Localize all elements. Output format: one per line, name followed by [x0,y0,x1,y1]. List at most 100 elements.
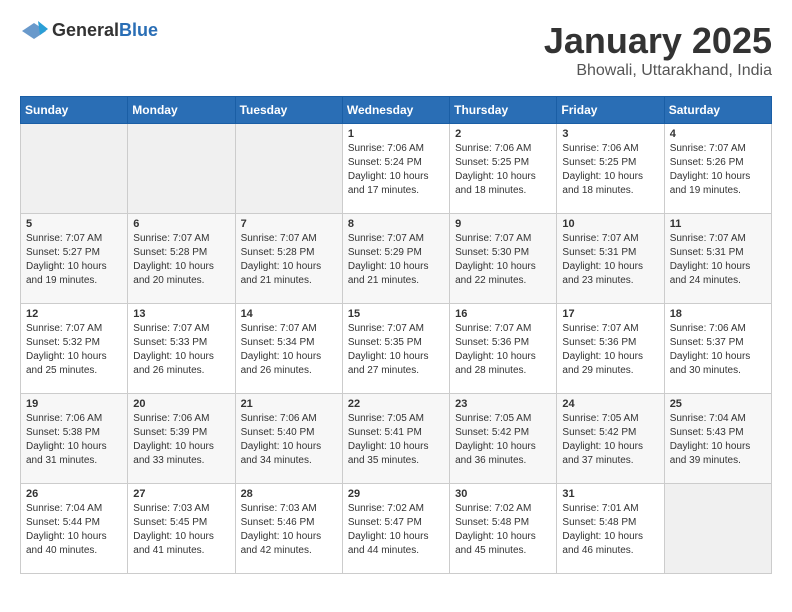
day-info: Sunrise: 7:07 AMSunset: 5:28 PMDaylight:… [133,232,229,288]
day-number: 9 [455,218,551,230]
day-info: Sunrise: 7:04 AMSunset: 5:43 PMDaylight:… [670,412,766,468]
day-info: Sunrise: 7:05 AMSunset: 5:41 PMDaylight:… [348,412,444,468]
day-info: Sunrise: 7:07 AMSunset: 5:32 PMDaylight:… [26,322,122,378]
day-number: 30 [455,488,551,500]
logo-icon [20,21,48,41]
calendar-table: SundayMondayTuesdayWednesdayThursdayFrid… [20,96,772,574]
calendar-cell: 25 Sunrise: 7:04 AMSunset: 5:43 PMDayligh… [664,394,771,484]
day-info: Sunrise: 7:07 AMSunset: 5:36 PMDaylight:… [562,322,658,378]
calendar-cell: 6 Sunrise: 7:07 AMSunset: 5:28 PMDaylight… [128,214,235,304]
calendar-cell [664,484,771,574]
weekday-header: Thursday [450,97,557,124]
day-number: 10 [562,218,658,230]
weekday-header: Wednesday [342,97,449,124]
day-info: Sunrise: 7:07 AMSunset: 5:31 PMDaylight:… [562,232,658,288]
calendar-cell: 31 Sunrise: 7:01 AMSunset: 5:48 PMDayligh… [557,484,664,574]
day-info: Sunrise: 7:07 AMSunset: 5:33 PMDaylight:… [133,322,229,378]
calendar-cell: 2 Sunrise: 7:06 AMSunset: 5:25 PMDaylight… [450,124,557,214]
calendar-cell: 28 Sunrise: 7:03 AMSunset: 5:46 PMDayligh… [235,484,342,574]
calendar-week-row: 12 Sunrise: 7:07 AMSunset: 5:32 PMDayligh… [21,304,772,394]
calendar-cell: 21 Sunrise: 7:06 AMSunset: 5:40 PMDayligh… [235,394,342,484]
day-number: 8 [348,218,444,230]
title-area: January 2025 Bhowali, Uttarakhand, India [544,20,772,80]
weekday-header: Tuesday [235,97,342,124]
calendar-cell [235,124,342,214]
calendar-cell: 27 Sunrise: 7:03 AMSunset: 5:45 PMDayligh… [128,484,235,574]
page-header: GeneralBlue January 2025 Bhowali, Uttara… [20,20,772,80]
day-number: 14 [241,308,337,320]
day-info: Sunrise: 7:01 AMSunset: 5:48 PMDaylight:… [562,502,658,558]
day-number: 22 [348,398,444,410]
day-number: 17 [562,308,658,320]
day-info: Sunrise: 7:04 AMSunset: 5:44 PMDaylight:… [26,502,122,558]
day-number: 3 [562,128,658,140]
day-info: Sunrise: 7:06 AMSunset: 5:25 PMDaylight:… [562,142,658,198]
day-info: Sunrise: 7:07 AMSunset: 5:35 PMDaylight:… [348,322,444,378]
day-number: 31 [562,488,658,500]
day-number: 21 [241,398,337,410]
logo-text-blue: Blue [119,20,158,40]
day-number: 18 [670,308,766,320]
calendar-cell: 8 Sunrise: 7:07 AMSunset: 5:29 PMDaylight… [342,214,449,304]
calendar-cell: 12 Sunrise: 7:07 AMSunset: 5:32 PMDayligh… [21,304,128,394]
calendar-cell: 26 Sunrise: 7:04 AMSunset: 5:44 PMDayligh… [21,484,128,574]
calendar-cell: 9 Sunrise: 7:07 AMSunset: 5:30 PMDaylight… [450,214,557,304]
day-number: 6 [133,218,229,230]
day-number: 26 [26,488,122,500]
day-number: 13 [133,308,229,320]
day-info: Sunrise: 7:06 AMSunset: 5:38 PMDaylight:… [26,412,122,468]
calendar-cell: 29Sunrise: 7:02 AMSunset: 5:47 PMDayligh… [342,484,449,574]
day-info: Sunrise: 7:06 AMSunset: 5:40 PMDaylight:… [241,412,337,468]
day-number: 27 [133,488,229,500]
day-info: Sunrise: 7:07 AMSunset: 5:31 PMDaylight:… [670,232,766,288]
day-info: Sunrise: 7:07 AMSunset: 5:30 PMDaylight:… [455,232,551,288]
day-info: Sunrise: 7:05 AMSunset: 5:42 PMDaylight:… [562,412,658,468]
day-info: Sunrise: 7:07 AMSunset: 5:36 PMDaylight:… [455,322,551,378]
day-number: 15 [348,308,444,320]
day-number: 23 [455,398,551,410]
calendar-cell: 18Sunrise: 7:06 AMSunset: 5:37 PMDayligh… [664,304,771,394]
calendar-cell: 24Sunrise: 7:05 AMSunset: 5:42 PMDayligh… [557,394,664,484]
day-number: 19 [26,398,122,410]
day-info: Sunrise: 7:06 AMSunset: 5:24 PMDaylight:… [348,142,444,198]
day-info: Sunrise: 7:03 AMSunset: 5:45 PMDaylight:… [133,502,229,558]
logo-text-general: General [52,20,119,40]
day-number: 4 [670,128,766,140]
day-info: Sunrise: 7:02 AMSunset: 5:47 PMDaylight:… [348,502,444,558]
calendar-cell: 30 Sunrise: 7:02 AMSunset: 5:48 PMDayligh… [450,484,557,574]
calendar-cell: 20Sunrise: 7:06 AMSunset: 5:39 PMDayligh… [128,394,235,484]
calendar-cell: 15 Sunrise: 7:07 AMSunset: 5:35 PMDayligh… [342,304,449,394]
calendar-cell: 11Sunrise: 7:07 AMSunset: 5:31 PMDayligh… [664,214,771,304]
day-info: Sunrise: 7:06 AMSunset: 5:25 PMDaylight:… [455,142,551,198]
weekday-header: Sunday [21,97,128,124]
calendar-cell: 22 Sunrise: 7:05 AMSunset: 5:41 PMDayligh… [342,394,449,484]
day-number: 25 [670,398,766,410]
calendar-cell: 23Sunrise: 7:05 AMSunset: 5:42 PMDayligh… [450,394,557,484]
day-number: 1 [348,128,444,140]
weekday-header: Friday [557,97,664,124]
day-number: 12 [26,308,122,320]
calendar-title: January 2025 [544,20,772,62]
day-info: Sunrise: 7:07 AMSunset: 5:27 PMDaylight:… [26,232,122,288]
day-info: Sunrise: 7:03 AMSunset: 5:46 PMDaylight:… [241,502,337,558]
calendar-cell: 1 Sunrise: 7:06 AMSunset: 5:24 PMDaylight… [342,124,449,214]
day-number: 7 [241,218,337,230]
calendar-header-row: SundayMondayTuesdayWednesdayThursdayFrid… [21,97,772,124]
day-info: Sunrise: 7:07 AMSunset: 5:26 PMDaylight:… [670,142,766,198]
calendar-week-row: 26 Sunrise: 7:04 AMSunset: 5:44 PMDayligh… [21,484,772,574]
calendar-week-row: 5 Sunrise: 7:07 AMSunset: 5:27 PMDaylight… [21,214,772,304]
weekday-header: Monday [128,97,235,124]
day-info: Sunrise: 7:07 AMSunset: 5:29 PMDaylight:… [348,232,444,288]
logo: GeneralBlue [20,20,158,41]
weekday-header: Saturday [664,97,771,124]
day-number: 2 [455,128,551,140]
calendar-cell: 7Sunrise: 7:07 AMSunset: 5:28 PMDaylight… [235,214,342,304]
day-number: 28 [241,488,337,500]
day-number: 5 [26,218,122,230]
day-info: Sunrise: 7:02 AMSunset: 5:48 PMDaylight:… [455,502,551,558]
calendar-cell: 16 Sunrise: 7:07 AMSunset: 5:36 PMDayligh… [450,304,557,394]
calendar-cell: 14Sunrise: 7:07 AMSunset: 5:34 PMDayligh… [235,304,342,394]
calendar-week-row: 19 Sunrise: 7:06 AMSunset: 5:38 PMDayligh… [21,394,772,484]
calendar-cell: 5 Sunrise: 7:07 AMSunset: 5:27 PMDaylight… [21,214,128,304]
day-number: 16 [455,308,551,320]
